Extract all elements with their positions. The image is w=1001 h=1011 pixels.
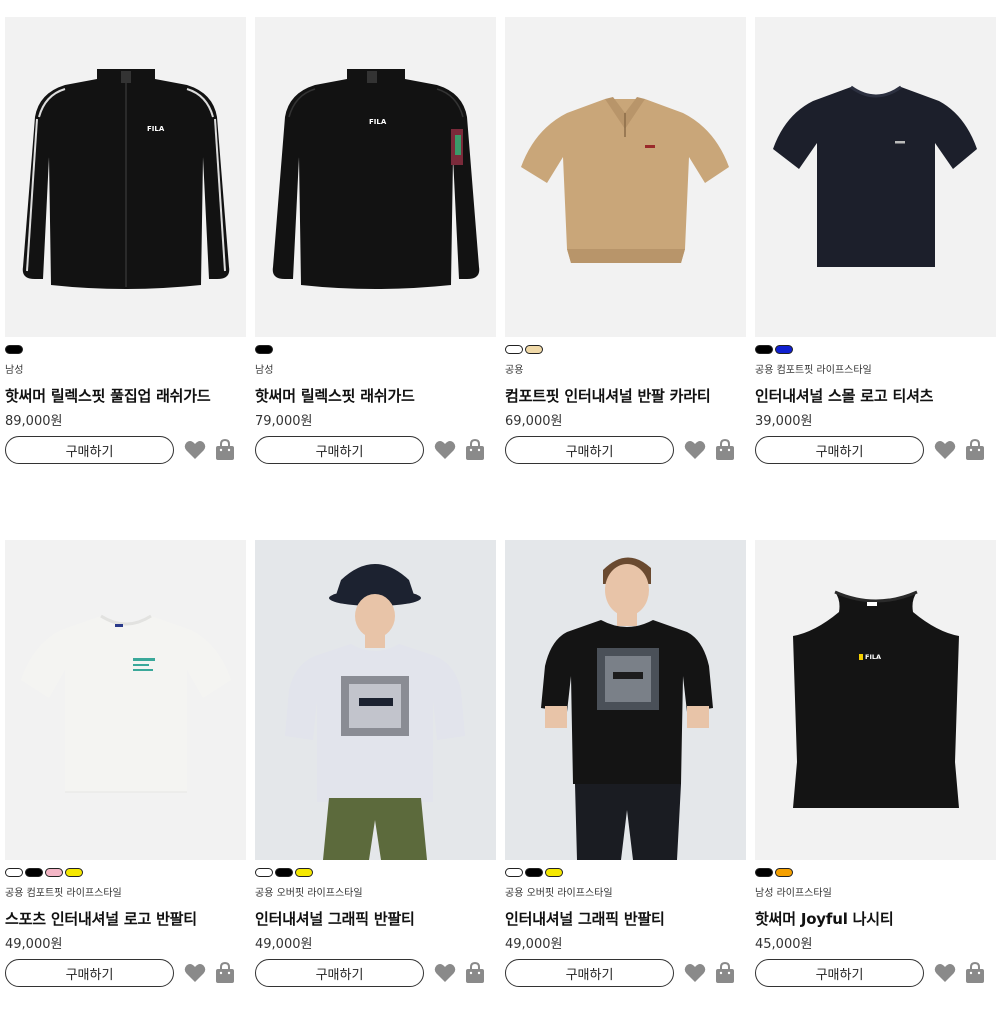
- heart-icon[interactable]: [933, 438, 957, 462]
- color-swatch[interactable]: [45, 868, 63, 877]
- color-swatches[interactable]: [755, 868, 996, 878]
- brand-logo: FILA: [369, 118, 387, 126]
- color-swatches[interactable]: [5, 868, 246, 878]
- product-price: 49,000원: [5, 937, 63, 952]
- color-swatch[interactable]: [775, 345, 793, 354]
- product-grid: FILA 남성 핫써머 릴렉스핏 풀집업 래쉬가드 89,000원 구매하기 F…: [0, 0, 1001, 1011]
- product-name[interactable]: 인터내셔널 스몰 로고 티셔츠: [755, 386, 996, 406]
- color-swatch[interactable]: [505, 345, 523, 354]
- product-tags: 공용 컴포트핏 라이프스타일: [5, 888, 122, 899]
- color-swatches[interactable]: [255, 345, 496, 355]
- shopping-bag-icon[interactable]: [213, 961, 237, 985]
- color-swatch[interactable]: [25, 868, 43, 877]
- product-image[interactable]: [505, 540, 746, 860]
- product-card[interactable]: 공용 컴포트핏 라이프스타일 인터내셔널 스몰 로고 티셔츠 39,000원 구…: [755, 17, 996, 464]
- buy-button[interactable]: 구매하기: [505, 436, 674, 464]
- brand-logo: FILA: [865, 653, 881, 661]
- buy-button[interactable]: 구매하기: [255, 436, 424, 464]
- color-swatches[interactable]: [5, 345, 246, 355]
- buy-button[interactable]: 구매하기: [255, 959, 424, 987]
- color-swatch[interactable]: [755, 345, 773, 354]
- product-card[interactable]: FILA 남성 핫써머 릴렉스핏 풀집업 래쉬가드 89,000원 구매하기: [5, 17, 246, 464]
- color-swatch[interactable]: [65, 868, 83, 877]
- color-swatch[interactable]: [755, 868, 773, 877]
- color-swatch[interactable]: [505, 868, 523, 877]
- color-swatch[interactable]: [295, 868, 313, 877]
- color-swatch[interactable]: [525, 868, 543, 877]
- buy-button[interactable]: 구매하기: [505, 959, 674, 987]
- product-price: 45,000원: [755, 937, 813, 952]
- product-name[interactable]: 인터내셔널 그래픽 반팔티: [505, 909, 746, 929]
- product-name[interactable]: 인터내셔널 그래픽 반팔티: [255, 909, 496, 929]
- heart-icon[interactable]: [683, 961, 707, 985]
- product-tags: 남성 라이프스타일: [755, 888, 832, 899]
- buy-button[interactable]: 구매하기: [5, 959, 174, 987]
- product-price: 79,000원: [255, 414, 313, 429]
- heart-icon[interactable]: [183, 438, 207, 462]
- product-tags: 남성: [5, 365, 24, 376]
- product-price: 89,000원: [5, 414, 63, 429]
- product-image[interactable]: FILA: [255, 17, 496, 337]
- product-image[interactable]: [255, 540, 496, 860]
- heart-icon[interactable]: [433, 961, 457, 985]
- product-price: 69,000원: [505, 414, 563, 429]
- color-swatches[interactable]: [505, 345, 746, 355]
- heart-icon[interactable]: [183, 961, 207, 985]
- product-image[interactable]: FILA: [755, 540, 996, 860]
- product-card[interactable]: FILA 남성 라이프스타일 핫써머 Joyful 나시티 45,000원 구매…: [755, 540, 996, 987]
- color-swatches[interactable]: [505, 868, 746, 878]
- shopping-bag-icon[interactable]: [213, 438, 237, 462]
- product-price: 49,000원: [505, 937, 563, 952]
- color-swatch[interactable]: [255, 345, 273, 354]
- product-image[interactable]: [5, 540, 246, 860]
- heart-icon[interactable]: [933, 961, 957, 985]
- heart-icon[interactable]: [433, 438, 457, 462]
- product-card[interactable]: 공용 오버핏 라이프스타일 인터내셔널 그래픽 반팔티 49,000원 구매하기: [505, 540, 746, 987]
- shopping-bag-icon[interactable]: [463, 438, 487, 462]
- product-name[interactable]: 컴포트핏 인터내셔널 반팔 카라티: [505, 386, 746, 406]
- product-image[interactable]: [505, 17, 746, 337]
- buy-button[interactable]: 구매하기: [755, 959, 924, 987]
- product-tags: 공용 오버핏 라이프스타일: [505, 888, 613, 899]
- product-name[interactable]: 스포츠 인터내셔널 로고 반팔티: [5, 909, 246, 929]
- color-swatch[interactable]: [255, 868, 273, 877]
- product-price: 49,000원: [255, 937, 313, 952]
- color-swatches[interactable]: [255, 868, 496, 878]
- buy-button[interactable]: 구매하기: [5, 436, 174, 464]
- color-swatch[interactable]: [275, 868, 293, 877]
- color-swatch[interactable]: [545, 868, 563, 877]
- product-name[interactable]: 핫써머 릴렉스핏 풀집업 래쉬가드: [5, 386, 246, 406]
- product-name[interactable]: 핫써머 Joyful 나시티: [755, 909, 996, 929]
- product-card[interactable]: 공용 컴포트핏 인터내셔널 반팔 카라티 69,000원 구매하기: [505, 17, 746, 464]
- color-swatch[interactable]: [5, 868, 23, 877]
- product-tags: 공용 컴포트핏 라이프스타일: [755, 365, 872, 376]
- shopping-bag-icon[interactable]: [963, 961, 987, 985]
- color-swatches[interactable]: [755, 345, 996, 355]
- product-card[interactable]: FILA 남성 핫써머 릴렉스핏 래쉬가드 79,000원 구매하기: [255, 17, 496, 464]
- heart-icon[interactable]: [683, 438, 707, 462]
- shopping-bag-icon[interactable]: [463, 961, 487, 985]
- product-image[interactable]: [755, 17, 996, 337]
- product-card[interactable]: 공용 오버핏 라이프스타일 인터내셔널 그래픽 반팔티 49,000원 구매하기: [255, 540, 496, 987]
- product-card[interactable]: 공용 컴포트핏 라이프스타일 스포츠 인터내셔널 로고 반팔티 49,000원 …: [5, 540, 246, 987]
- color-swatch[interactable]: [775, 868, 793, 877]
- shopping-bag-icon[interactable]: [713, 438, 737, 462]
- product-tags: 남성: [255, 365, 274, 376]
- product-tags: 공용 오버핏 라이프스타일: [255, 888, 363, 899]
- shopping-bag-icon[interactable]: [713, 961, 737, 985]
- color-swatch[interactable]: [5, 345, 23, 354]
- product-name[interactable]: 핫써머 릴렉스핏 래쉬가드: [255, 386, 496, 406]
- product-price: 39,000원: [755, 414, 813, 429]
- brand-logo: FILA: [147, 125, 165, 133]
- buy-button[interactable]: 구매하기: [755, 436, 924, 464]
- color-swatch[interactable]: [525, 345, 543, 354]
- product-tags: 공용: [505, 365, 524, 376]
- product-image[interactable]: FILA: [5, 17, 246, 337]
- shopping-bag-icon[interactable]: [963, 438, 987, 462]
